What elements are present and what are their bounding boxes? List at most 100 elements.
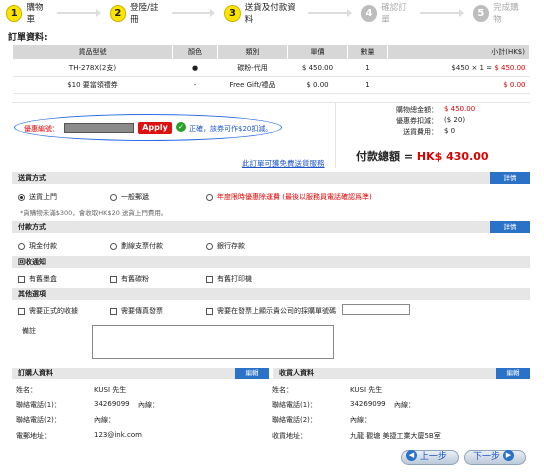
payment-option-cash[interactable]: 現金付款 — [18, 241, 57, 251]
prev-step-label: 上一步 — [419, 452, 447, 462]
option-label: 送貨上門 — [29, 193, 57, 201]
checkout-steps: 1 購物車 2 登陸/註冊 3 送貨及付款資料 4 確認訂單 5 完成購物 — [6, 1, 538, 25]
radio-icon — [206, 193, 213, 201]
page-title: 訂單資料: — [8, 33, 48, 43]
po-number-input[interactable] — [342, 304, 410, 315]
receiver-phone1-label: 聯絡電話(1)： — [272, 401, 317, 409]
section-title: 送貨方式 — [18, 174, 46, 182]
step-confirm: 4 確認訂單 — [360, 1, 464, 25]
payment-option-cheque[interactable]: 劃線支票付款 — [110, 241, 163, 251]
receiver-ext1-label: 內線： — [394, 401, 415, 409]
price-cell: $ 450.00 — [287, 59, 348, 77]
subtotal-value: $ 450.00 — [494, 64, 526, 72]
delivery-note: *貨購物未滿$300，會收取HK$20 送貨上門費用。 — [20, 209, 168, 217]
other-section-header: 其他選項 — [12, 288, 530, 300]
payment-option-bank[interactable]: 銀行存款 — [206, 241, 245, 251]
column-header: 顏色 — [172, 44, 218, 60]
option-label: 有舊碳粉 — [121, 275, 149, 283]
subtotal-calc: $450 × 1 = — [451, 64, 495, 72]
check-circle-icon: ✓ — [176, 122, 186, 132]
column-header: 小計(HK$) — [387, 44, 530, 60]
step-cart[interactable]: 1 購物車 — [6, 1, 101, 25]
step-login[interactable]: 2 登陸/註冊 — [109, 1, 215, 25]
delivery-details-button[interactable]: 詳情 — [490, 172, 530, 184]
step-label: 登陸/註冊 — [130, 3, 159, 25]
delivery-option-door[interactable]: 送貨上門 — [18, 192, 57, 202]
receiver-edit-button[interactable]: 編輯 — [496, 368, 530, 379]
buyer-name: KUSI 先生 — [94, 386, 127, 394]
radio-icon — [110, 193, 117, 201]
chevron-right-icon: ▶ — [502, 450, 514, 461]
option-label: 一般郵遞 — [121, 193, 149, 201]
goods-total-value: $ 450.00 — [444, 105, 476, 113]
checkbox-icon — [110, 275, 117, 283]
checkbox-icon — [110, 307, 117, 315]
delivery-option-promo[interactable]: 年度限時優惠除運費 (最後以服務員電話確認爲準) — [206, 192, 372, 202]
arrow-icon — [308, 9, 352, 17]
step-number: 2 — [109, 4, 127, 22]
other-option-receipt[interactable]: 需要正式的收據 — [18, 306, 78, 316]
grand-total: 付款總額 = HK$ 430.00 — [356, 148, 489, 164]
color-cell: - — [172, 76, 218, 94]
option-label: 有舊墨盒 — [29, 275, 57, 283]
column-header: 類別 — [217, 44, 288, 60]
receiver-ext2-label: 內線： — [350, 416, 371, 424]
option-label: 需要在發票上顯示貴公司的採購單號碼 — [217, 307, 336, 315]
recycle-option-printer[interactable]: 有舊打印機 — [206, 274, 252, 284]
step-number: 4 — [360, 4, 378, 22]
receiver-name: KUSI 先生 — [350, 386, 383, 394]
coupon-value: ($ 20) — [444, 116, 466, 124]
order-table: 貨品型號 顏色 類別 單價 數量 小計(HK$) TH-278X(2支) ● 碳… — [12, 44, 530, 94]
option-label: 劃線支票付款 — [121, 242, 163, 250]
model-cell: $10 要當領禮券 — [12, 76, 173, 94]
buyer-ext2-label: 內線： — [94, 416, 115, 424]
grand-total-label: 付款總額 = — [356, 150, 417, 163]
radio-icon — [18, 193, 25, 201]
grand-total-value: HK$ 430.00 — [416, 150, 489, 163]
buyer-edit-button[interactable]: 編輯 — [235, 368, 269, 379]
model-cell: TH-278X(2支) — [12, 59, 173, 77]
discount-code-input[interactable] — [64, 123, 134, 133]
step-number: 1 — [6, 4, 23, 22]
option-label: 年度限時優惠除運費 (最後以服務員電話確認爲準) — [217, 193, 372, 201]
next-step-label: 下一步 — [473, 452, 501, 462]
receiver-name-label: 姓名： — [272, 386, 293, 394]
type-cell: 碳粉-代用 — [217, 59, 288, 77]
other-option-po-number[interactable]: 需要在發票上顯示貴公司的採購單號碼 — [206, 306, 336, 316]
apply-button[interactable]: Apply — [138, 122, 172, 134]
remarks-label: 備註 — [22, 327, 36, 335]
goods-total-label: 購物總金額： — [396, 106, 438, 114]
buyer-phone2-label: 聯絡電話(2)： — [16, 416, 61, 424]
buyer-phone1: 34269099 — [94, 400, 130, 408]
discount-label: 優惠編號： — [24, 125, 59, 133]
table-row: $10 要當領禮券 - Free Gift/禮品 $ 0.00 1 $ 0.00 — [12, 76, 530, 94]
buyer-phone1-label: 聯絡電話(1)： — [16, 401, 61, 409]
shipping-value: $ 0 — [444, 127, 456, 135]
delivery-section-header: 送貨方式 詳情 — [12, 172, 530, 184]
table-row: TH-278X(2支) ● 碳粉-代用 $ 450.00 1 $450 × 1 … — [12, 59, 530, 77]
radio-icon — [110, 242, 117, 250]
remarks-textarea[interactable] — [92, 325, 334, 359]
shipping-label: 送貨費用： — [403, 128, 438, 136]
checkbox-icon — [206, 275, 213, 283]
payment-details-button[interactable]: 詳情 — [490, 221, 530, 233]
arrow-icon — [420, 9, 464, 17]
buyer-section-header: 訂購人資料 編輯 — [12, 368, 269, 379]
option-label: 需要傳真發票 — [121, 307, 163, 315]
step-number: 3 — [224, 4, 241, 22]
next-step-button[interactable]: 下一步 ▶ — [464, 450, 526, 465]
receiver-phone1: 34269099 — [350, 400, 386, 408]
other-option-fax-invoice[interactable]: 需要傳真發票 — [110, 306, 163, 316]
radio-icon — [206, 242, 213, 250]
buyer-email-label: 電郵地址： — [16, 432, 51, 440]
recycle-option-toner[interactable]: 有舊碳粉 — [110, 274, 149, 284]
recycle-option-ink[interactable]: 有舊墨盒 — [18, 274, 57, 284]
totals-panel: 購物總金額： $ 450.00 優惠券扣減： ($ 20) 送貨費用： $ 0 … — [335, 102, 530, 168]
prev-step-button[interactable]: ◀ 上一步 — [401, 450, 459, 465]
delivery-option-mail[interactable]: 一般郵遞 — [110, 192, 149, 202]
section-title: 付款方式 — [18, 223, 46, 231]
section-title: 其他選項 — [18, 290, 46, 298]
free-shipping-link[interactable]: 此訂單可獲免費送貨服務 — [242, 158, 325, 169]
type-cell: Free Gift/禮品 — [217, 76, 288, 94]
section-title: 回收通知 — [18, 258, 46, 266]
